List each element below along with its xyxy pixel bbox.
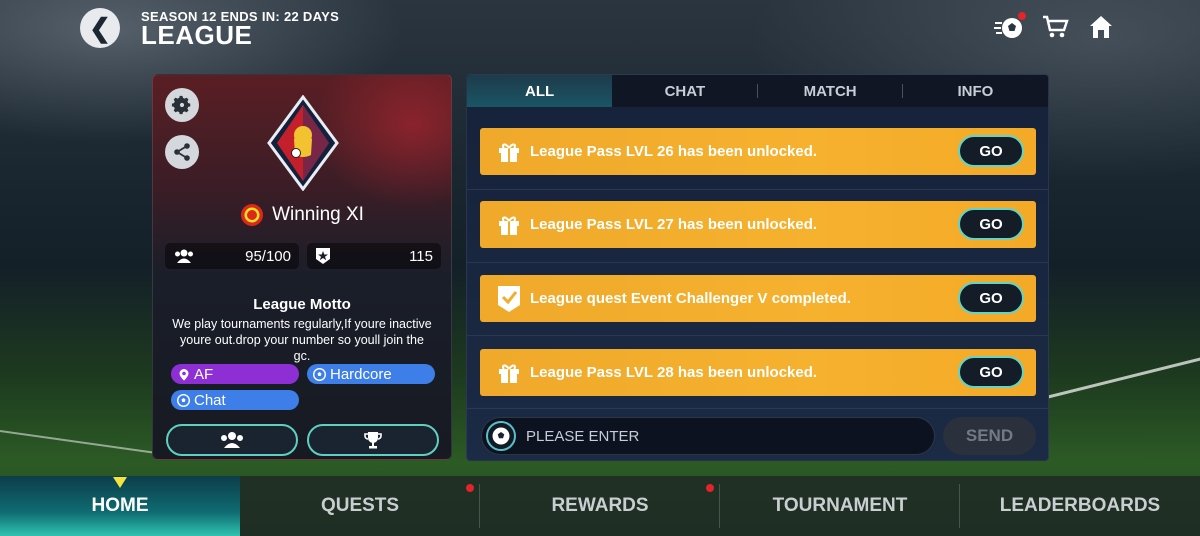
- trophy-icon: [364, 432, 382, 449]
- gear-icon: [171, 95, 191, 115]
- members-button[interactable]: [166, 424, 298, 456]
- members-stat: 95/100: [165, 243, 299, 269]
- top-right-actions: [994, 12, 1116, 42]
- tag-label: AF: [194, 365, 214, 383]
- tab-all[interactable]: ALL: [467, 75, 613, 107]
- bottom-nav: HOME QUESTS REWARDS TOURNAMENT LEADERBOA…: [0, 476, 1200, 536]
- tab-match[interactable]: MATCH: [758, 75, 903, 107]
- divider: [467, 408, 1048, 409]
- star-shield-icon: [316, 248, 330, 264]
- soccer-ball-icon: [177, 393, 190, 407]
- active-nav-indicator: [113, 477, 127, 488]
- notice-text: League Pass LVL 28 has been unlocked.: [530, 364, 818, 381]
- home-icon: [1090, 16, 1112, 38]
- chevron-left-icon: ❮: [89, 12, 111, 43]
- points-count: 115: [409, 247, 433, 265]
- settings-button[interactable]: [165, 88, 199, 122]
- soccer-ball-icon: [313, 367, 326, 381]
- nav-tournament[interactable]: TOURNAMENT: [720, 476, 960, 536]
- share-button[interactable]: [165, 135, 199, 169]
- notification-dot: [1018, 12, 1026, 20]
- divider: [467, 262, 1048, 263]
- club-badge-icon: [241, 204, 264, 226]
- page-title: LEAGUE: [141, 20, 253, 50]
- chat-input[interactable]: [526, 427, 906, 445]
- trophy-button[interactable]: [307, 424, 439, 456]
- back-button[interactable]: ❮: [80, 8, 120, 48]
- checkmark-badge-icon: [496, 285, 522, 312]
- gift-icon: [496, 360, 522, 386]
- tag-label: Hardcore: [330, 365, 392, 383]
- club-name-row: Winning XI: [153, 203, 451, 227]
- notice-text: League Pass LVL 27 has been unlocked.: [530, 216, 818, 233]
- go-button[interactable]: GO: [958, 356, 1024, 388]
- gift-icon: [496, 139, 522, 165]
- soccer-ball-icon: [492, 427, 510, 445]
- home-button[interactable]: [1086, 12, 1116, 42]
- share-icon: [174, 143, 190, 161]
- members-icon: [221, 432, 243, 448]
- feed-panel: ALL CHAT MATCH INFO League Pass LVL 26 h…: [466, 74, 1049, 461]
- notice-item: League Pass LVL 26 has been unlocked. GO: [480, 128, 1036, 175]
- notice-text: League Pass LVL 26 has been unlocked.: [530, 143, 818, 160]
- go-button[interactable]: GO: [958, 135, 1024, 167]
- club-card: Winning XI 95/100 115 League Motto We pl…: [152, 74, 452, 460]
- feed-tabs: ALL CHAT MATCH INFO: [467, 75, 1048, 107]
- send-button[interactable]: SEND: [943, 417, 1036, 455]
- go-button[interactable]: GO: [958, 208, 1024, 240]
- emoji-button[interactable]: [486, 421, 516, 451]
- tag-label: Chat: [194, 391, 226, 409]
- notice-item: League Pass LVL 27 has been unlocked. GO: [480, 201, 1036, 248]
- members-count: 95/100: [245, 247, 291, 265]
- tag-hardcore: Hardcore: [307, 364, 435, 384]
- cart-button[interactable]: [1040, 12, 1070, 42]
- motto-text: We play tournaments regularly,If youre i…: [172, 317, 432, 363]
- points-stat: 115: [307, 243, 441, 269]
- members-icon: [175, 249, 193, 263]
- divider: [467, 335, 1048, 336]
- gift-icon: [496, 212, 522, 238]
- notification-dot: [706, 484, 714, 492]
- tab-info[interactable]: INFO: [903, 75, 1048, 107]
- notice-item: League quest Event Challenger V complete…: [480, 275, 1036, 322]
- go-button[interactable]: GO: [958, 282, 1024, 314]
- motto-title: League Motto: [253, 296, 351, 313]
- location-pin-icon: [177, 368, 190, 381]
- tab-chat[interactable]: CHAT: [612, 75, 758, 107]
- notification-dot: [466, 484, 474, 492]
- notice-item: League Pass LVL 28 has been unlocked. GO: [480, 349, 1036, 396]
- nav-rewards[interactable]: REWARDS: [480, 476, 720, 536]
- tag-af: AF: [171, 364, 299, 384]
- notice-text: League quest Event Challenger V complete…: [530, 290, 851, 307]
- soccer-ball-notification-button[interactable]: [994, 12, 1026, 42]
- nav-leaderboards[interactable]: LEADERBOARDS: [960, 476, 1200, 536]
- club-name: Winning XI: [272, 204, 364, 225]
- club-crest: [267, 95, 339, 191]
- chat-bar: [481, 417, 935, 455]
- cart-icon: [1043, 15, 1069, 38]
- tag-chat: Chat: [171, 390, 299, 410]
- divider: [467, 189, 1048, 190]
- nav-quests[interactable]: QUESTS: [240, 476, 480, 536]
